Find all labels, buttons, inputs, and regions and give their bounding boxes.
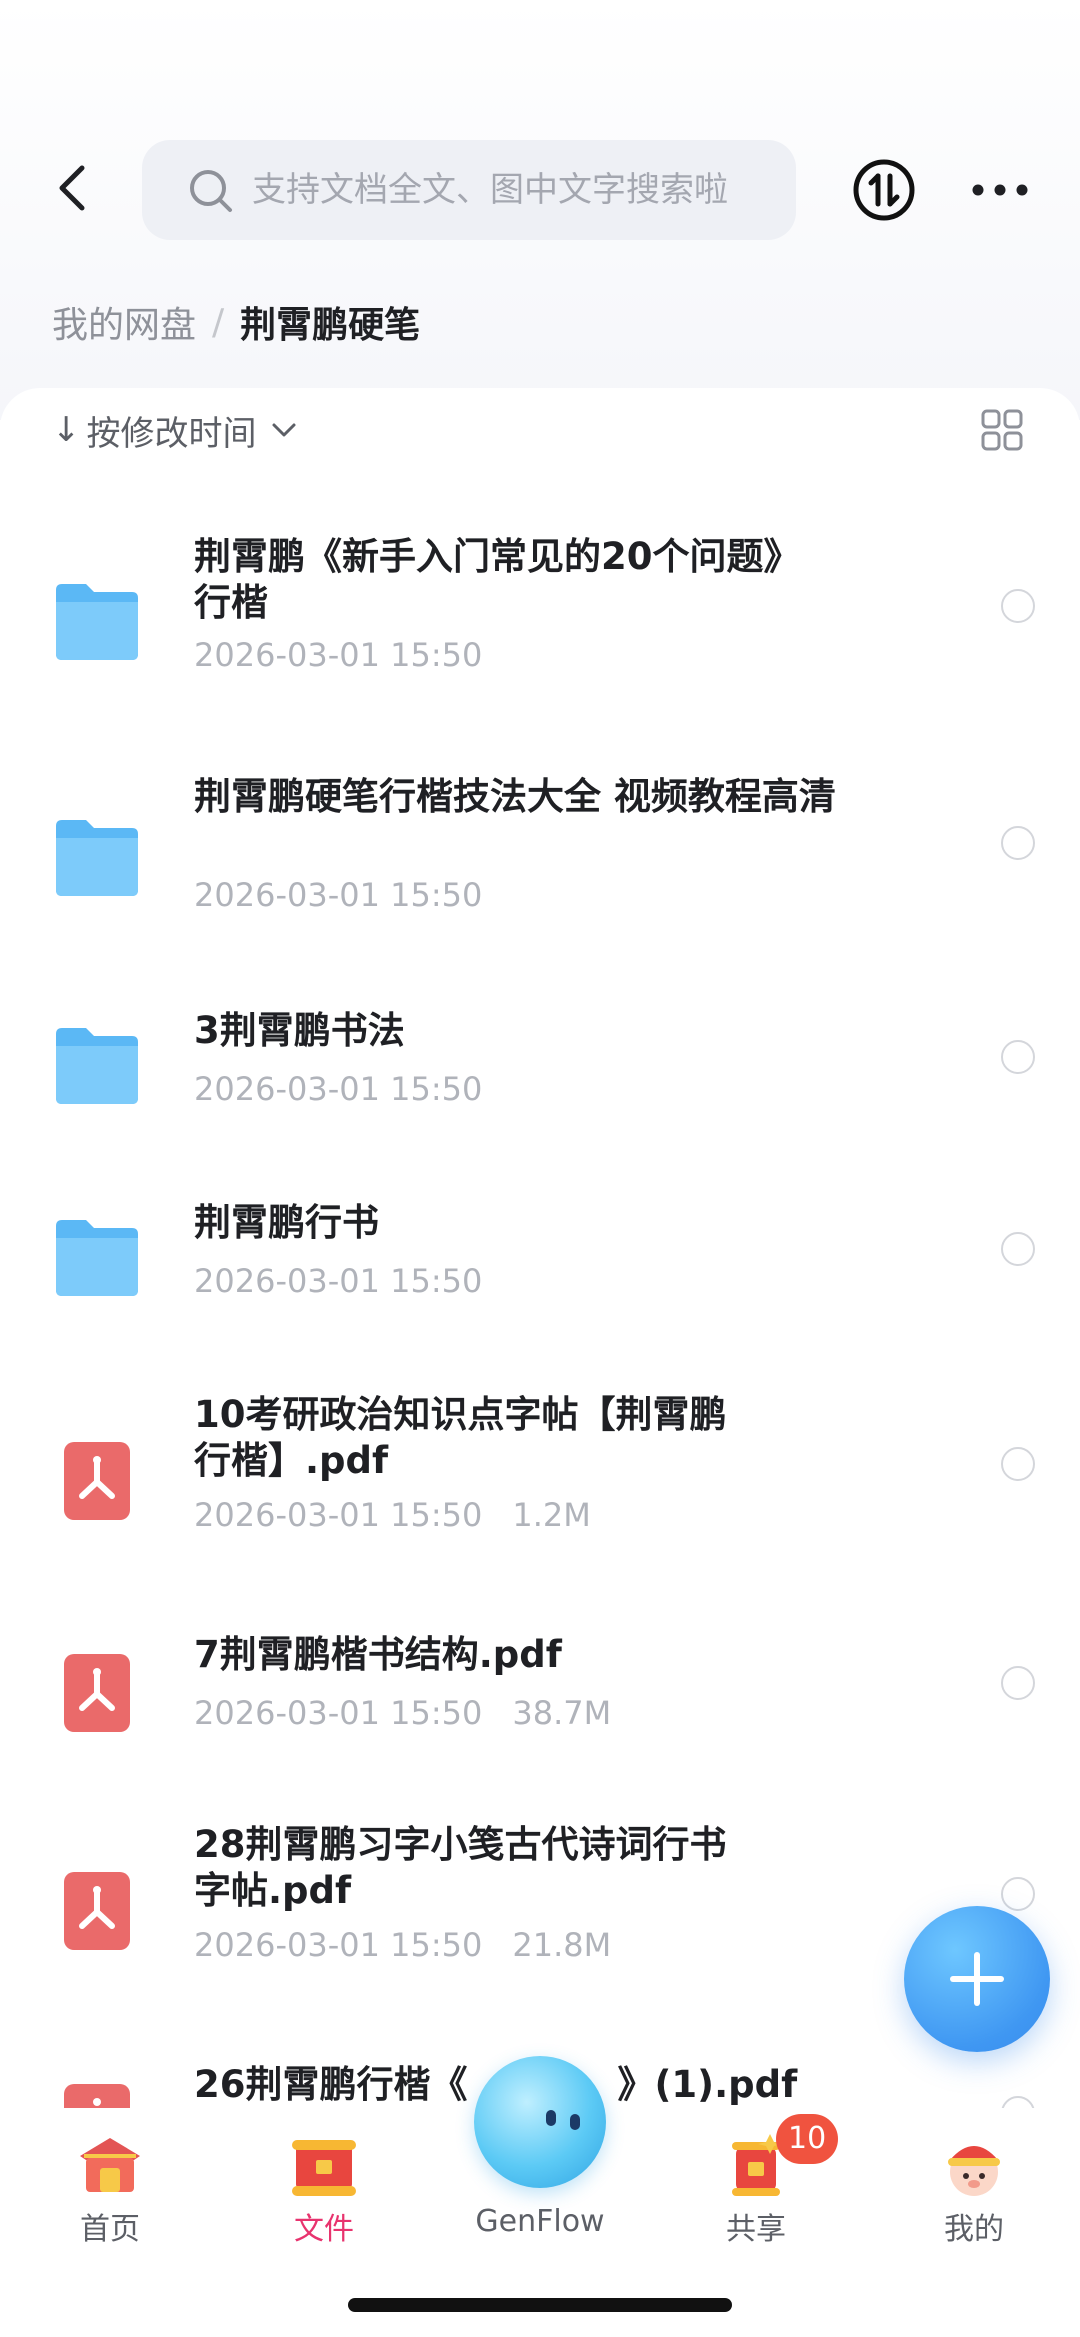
folder-icon	[56, 1028, 138, 1104]
file-name: 7荆霄鹏楷书结构.pdf	[194, 1633, 562, 1676]
pdf-icon	[64, 1654, 130, 1732]
nav-me[interactable]: 我的	[874, 2108, 1074, 2247]
select-checkbox[interactable]	[1001, 1666, 1035, 1700]
sort-arrow-icon: ↓	[52, 410, 81, 450]
file-meta: 2026-03-01 15:50 1.2M	[194, 1496, 591, 1534]
list-item[interactable]: 荆霄鹏行书 2026-03-01 15:50	[0, 1200, 1080, 1340]
more-button[interactable]	[970, 172, 1030, 208]
orb-eye-right	[570, 2114, 580, 2130]
nav-genflow-label: GenFlow	[475, 2204, 605, 2239]
nav-files-label: 文件	[294, 2212, 354, 2247]
file-meta: 2026-03-01 15:50	[194, 1070, 482, 1108]
file-meta: 2026-03-01 15:50	[194, 876, 482, 914]
file-list-panel: ↓ 按修改时间 荆霄鹏《新手入门常见的20个问题》 行楷 2026-03-01 …	[0, 388, 1080, 2108]
select-checkbox[interactable]	[1001, 1447, 1035, 1481]
profile-avatar-icon	[948, 2146, 1000, 2196]
folder-icon	[56, 1220, 138, 1296]
file-date: 2026-03-01 15:50	[194, 1496, 483, 1534]
select-checkbox[interactable]	[1001, 1232, 1035, 1266]
select-checkbox[interactable]	[1001, 1040, 1035, 1074]
folder-icon	[56, 584, 138, 660]
pdf-icon	[64, 1872, 130, 1950]
search-placeholder: 支持文档全文、图中文字搜索啦	[252, 170, 728, 210]
file-date: 2026-03-01 15:50	[194, 1070, 483, 1108]
list-item[interactable]: 7荆霄鹏楷书结构.pdf 2026-03-01 15:50 38.7M	[0, 1632, 1080, 1772]
grid-icon	[981, 409, 1023, 451]
sort-label: 按修改时间	[86, 413, 257, 454]
files-scroll-icon	[292, 2140, 356, 2196]
share-count-badge: 10	[776, 2114, 839, 2164]
orb-eye-left	[546, 2110, 556, 2126]
grid-view-toggle[interactable]	[980, 408, 1024, 452]
file-date: 2026-03-01 15:50	[194, 1262, 483, 1300]
list-item[interactable]: 荆霄鹏《新手入门常见的20个问题》 行楷 2026-03-01 15:50	[0, 518, 1080, 718]
file-name: 荆霄鹏行书	[194, 1201, 379, 1244]
home-icon	[80, 2138, 140, 2192]
back-button[interactable]	[52, 158, 108, 218]
breadcrumb-current: 荆霄鹏硬笔	[240, 305, 421, 346]
sort-dropdown[interactable]: ↓ 按修改时间	[52, 406, 297, 454]
file-size: 21.8M	[512, 1926, 612, 1964]
list-item[interactable]: 10考研政治知识点字帖【荆霄鹏 行楷】.pdf 2026-03-01 15:50…	[0, 1392, 1080, 1592]
file-meta: 2026-03-01 15:50	[194, 1262, 482, 1300]
file-meta: 2026-03-01 15:50 21.8M	[194, 1926, 611, 1964]
select-checkbox[interactable]	[1001, 589, 1035, 623]
nav-me-label: 我的	[944, 2212, 1004, 2247]
select-checkbox[interactable]	[1001, 2096, 1035, 2108]
home-indicator	[348, 2298, 732, 2312]
file-meta: 2026-03-01 15:50	[194, 636, 482, 674]
file-name: 荆霄鹏硬笔行楷技法大全 视频教程高清	[194, 775, 836, 818]
pdf-icon	[64, 2084, 130, 2108]
chevron-down-icon	[272, 423, 295, 437]
file-date: 2026-03-01 15:50	[194, 1926, 483, 1964]
file-date: 2026-03-01 15:50	[194, 1694, 483, 1732]
file-name: 3荆霄鹏书法	[194, 1009, 405, 1052]
nav-share-label: 共享	[726, 2212, 786, 2247]
select-checkbox[interactable]	[1001, 826, 1035, 860]
breadcrumb-root[interactable]: 我的网盘	[52, 296, 196, 348]
list-item[interactable]: 3荆霄鹏书法 2026-03-01 15:50	[0, 1008, 1080, 1148]
pdf-icon	[64, 1442, 130, 1520]
more-dots-icon	[972, 184, 1028, 196]
file-date: 2026-03-01 15:50	[194, 636, 483, 674]
transfer-icon	[853, 159, 915, 221]
breadcrumb-separator: /	[212, 301, 225, 343]
nav-home-label: 首页	[80, 2212, 140, 2247]
transfer-button[interactable]	[852, 158, 916, 222]
list-item[interactable]: 荆霄鹏硬笔行楷技法大全 视频教程高清 2026-03-01 15:50	[0, 758, 1080, 958]
search-icon	[190, 170, 232, 212]
genflow-orb-icon[interactable]	[474, 2056, 606, 2188]
add-button[interactable]	[904, 1906, 1050, 2052]
file-name: 10考研政治知识点字帖【荆霄鹏 行楷】.pdf	[194, 1393, 727, 1482]
chevron-left-icon	[59, 165, 85, 211]
file-name: 荆霄鹏《新手入门常见的20个问题》 行楷	[194, 535, 801, 624]
file-name: 28荆霄鹏习字小笺古代诗词行书 字帖.pdf	[194, 1823, 727, 1912]
breadcrumb: 我的网盘 / 荆霄鹏硬笔	[52, 296, 421, 348]
folder-icon	[56, 820, 138, 896]
select-checkbox[interactable]	[1001, 1877, 1035, 1911]
file-date: 2026-03-01 15:50	[194, 876, 483, 914]
plus-icon	[950, 1952, 1004, 2006]
file-meta: 2026-03-01 15:50 38.7M	[194, 1694, 611, 1732]
nav-home[interactable]: 首页	[10, 2108, 210, 2247]
file-size: 1.2M	[512, 1496, 591, 1534]
search-input[interactable]: 支持文档全文、图中文字搜索啦	[142, 140, 796, 240]
file-size: 38.7M	[512, 1694, 612, 1732]
nav-files[interactable]: 文件	[224, 2108, 424, 2247]
